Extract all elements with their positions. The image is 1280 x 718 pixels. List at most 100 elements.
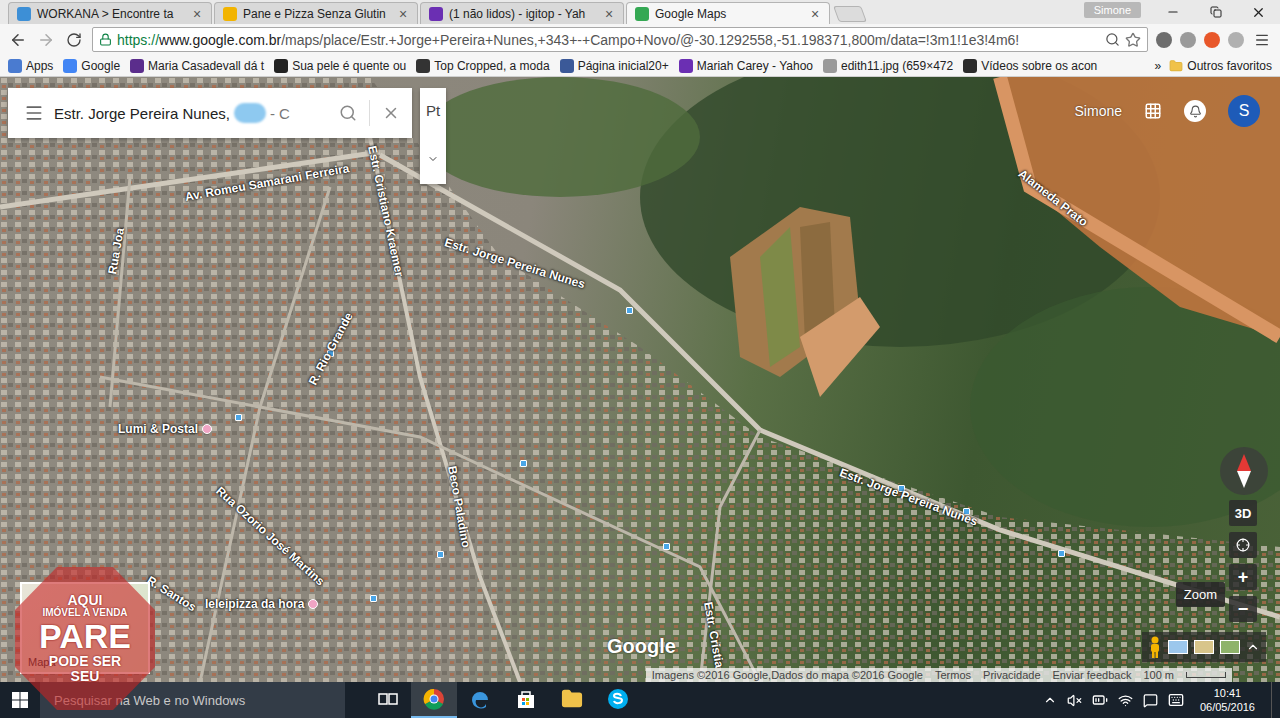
divider xyxy=(369,100,370,126)
tab-label: (1 não lidos) - igitop - Yah xyxy=(449,7,597,21)
taskbar-app[interactable] xyxy=(549,682,595,718)
hamburger-menu-icon[interactable] xyxy=(24,103,44,123)
bookmark[interactable]: Mariah Carey - Yahoo xyxy=(679,59,813,73)
zoom-magnifier-icon[interactable] xyxy=(1105,32,1120,47)
folder-icon xyxy=(561,688,583,710)
bookmark[interactable]: Apps xyxy=(8,59,53,73)
place-label[interactable]: leleipizza da hora xyxy=(205,597,318,611)
tab[interactable]: Pane e Pizza Senza Glutin× xyxy=(214,2,418,24)
extension-icon[interactable] xyxy=(1228,32,1244,48)
bookmark-label: Sua pele é quente ou xyxy=(292,59,406,73)
other-bookmarks-folder[interactable]: Outros favoritos xyxy=(1169,59,1272,73)
new-tab-button[interactable] xyxy=(833,6,867,22)
search-icon[interactable] xyxy=(339,104,357,122)
hidden-icons-chevron-icon[interactable] xyxy=(1043,693,1057,707)
clock[interactable]: 10:4106/05/2016 xyxy=(1194,686,1261,715)
edge-icon xyxy=(469,688,491,710)
layer-thumb[interactable] xyxy=(1168,640,1188,654)
cast-icon[interactable] xyxy=(1180,32,1196,48)
layer-thumb[interactable] xyxy=(1194,640,1214,654)
bookmarks-bar: Apps Google Maria Casadevall dá t Sua pele … xyxy=(0,55,1280,77)
close-button[interactable] xyxy=(1237,0,1280,24)
forward-button[interactable] xyxy=(36,31,56,49)
location-icon xyxy=(1236,538,1250,552)
footer-link[interactable]: Privacidade xyxy=(983,669,1040,681)
pegman-icon[interactable] xyxy=(1148,636,1162,658)
action-center-icon[interactable] xyxy=(1143,693,1158,708)
zoom-in-button[interactable]: + xyxy=(1229,564,1257,590)
transit-stop-icon[interactable] xyxy=(520,460,527,467)
layer-thumb[interactable] xyxy=(1220,640,1240,654)
bookmark[interactable]: Sua pele é quente ou xyxy=(274,59,406,73)
reload-button[interactable] xyxy=(64,32,84,48)
footer-link[interactable]: Termos xyxy=(935,669,971,681)
tab-close-button[interactable]: × xyxy=(603,6,615,22)
place-label[interactable]: Lumi & Postal xyxy=(118,422,212,436)
minimize-button[interactable] xyxy=(1151,0,1194,24)
transit-stop-icon[interactable] xyxy=(1058,550,1065,557)
profile-badge[interactable]: Simone xyxy=(1084,2,1141,18)
my-location-button[interactable] xyxy=(1229,532,1257,558)
address-bar[interactable]: https://www.google.com.br/maps/place/Est… xyxy=(92,27,1148,52)
bookmark[interactable]: Vídeos sobre os acon xyxy=(963,59,1097,73)
tab[interactable]: Google Maps× xyxy=(626,2,830,24)
volume-muted-icon[interactable] xyxy=(1067,693,1082,708)
battery-icon[interactable] xyxy=(1092,692,1108,708)
footer-link[interactable]: Enviar feedback xyxy=(1053,669,1132,681)
keyboard-icon[interactable] xyxy=(1168,692,1184,708)
taskbar-apps xyxy=(365,682,641,718)
search-value: Estr. Jorge Pereira Nunes,- C xyxy=(54,103,290,123)
menu-button[interactable] xyxy=(1252,32,1272,48)
show-desktop-button[interactable] xyxy=(1271,682,1276,718)
extension-icon[interactable] xyxy=(1156,32,1172,48)
compass[interactable] xyxy=(1220,447,1268,495)
tab[interactable]: (1 não lidos) - igitop - Yah × xyxy=(420,2,624,24)
bookmark[interactable]: edith11.jpg (659×472 xyxy=(823,59,953,73)
transit-stop-icon[interactable] xyxy=(235,414,242,421)
bookmark[interactable]: Top Cropped, a moda xyxy=(416,59,549,73)
bookmark-favicon-icon xyxy=(416,59,430,73)
redaction-blur xyxy=(234,103,266,123)
extension-icon[interactable] xyxy=(1204,32,1220,48)
scale-label[interactable]: 100 m xyxy=(1143,669,1174,681)
bookmark-star-icon[interactable] xyxy=(1125,32,1141,48)
map-view[interactable]: Av. Romeu Samarani FerreiraRua JoaEstr. … xyxy=(0,77,1280,682)
bookmark[interactable]: Página inicial20+ xyxy=(560,59,669,73)
more-bookmarks-button[interactable]: » xyxy=(1155,59,1162,73)
windows-logo-icon xyxy=(12,692,28,708)
tab[interactable]: WORKANA > Encontre ta× xyxy=(8,2,212,24)
transit-stop-icon[interactable] xyxy=(437,551,444,558)
lock-icon xyxy=(99,33,112,46)
taskbar-app[interactable] xyxy=(365,682,411,718)
taskbar-app[interactable] xyxy=(503,682,549,718)
tab-close-button[interactable]: × xyxy=(397,6,409,22)
tab-close-button[interactable]: × xyxy=(809,6,821,22)
tilt-button[interactable]: 3D xyxy=(1229,500,1257,526)
clear-icon[interactable] xyxy=(382,104,400,122)
window-controls xyxy=(1151,0,1280,24)
language-selector[interactable]: Pt xyxy=(420,88,446,184)
wifi-icon[interactable] xyxy=(1118,693,1133,708)
transit-stop-icon[interactable] xyxy=(663,543,670,550)
taskbar-app[interactable] xyxy=(411,682,457,718)
bookmark[interactable]: Google xyxy=(63,59,120,73)
taskbar-app[interactable] xyxy=(457,682,503,718)
map-search-box[interactable]: Estr. Jorge Pereira Nunes,- C xyxy=(8,88,412,138)
tab-close-button[interactable]: × xyxy=(191,6,203,22)
bookmark-label: Vídeos sobre os acon xyxy=(981,59,1097,73)
restore-button[interactable] xyxy=(1194,0,1237,24)
apps-grid-icon[interactable] xyxy=(1144,102,1162,120)
dropdown-chevron-icon xyxy=(427,153,439,165)
expand-chevron-icon[interactable] xyxy=(1246,640,1260,654)
taskbar-app[interactable] xyxy=(595,682,641,718)
transit-stop-icon[interactable] xyxy=(370,595,377,602)
account-name[interactable]: Simone xyxy=(1075,103,1122,119)
transit-stop-icon[interactable] xyxy=(626,307,633,314)
bookmark[interactable]: Maria Casadevall dá t xyxy=(130,59,264,73)
start-button[interactable] xyxy=(0,682,40,718)
notifications-button[interactable] xyxy=(1184,100,1206,122)
bookmark-favicon-icon xyxy=(8,59,22,73)
account-avatar[interactable]: S xyxy=(1228,95,1260,127)
zoom-out-button[interactable]: − xyxy=(1229,596,1257,622)
back-button[interactable] xyxy=(8,31,28,49)
